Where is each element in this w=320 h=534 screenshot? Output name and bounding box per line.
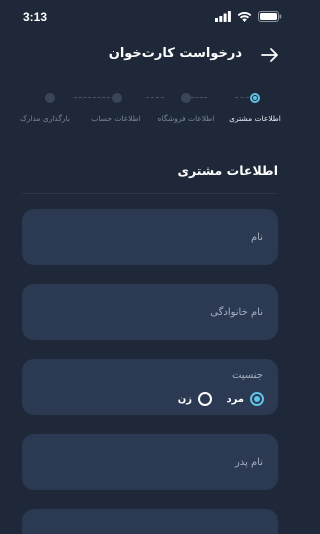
battery-icon — [258, 11, 282, 22]
gender-option-female-label: زن — [177, 393, 192, 405]
arrow-right-icon — [261, 48, 278, 62]
wifi-icon — [237, 11, 252, 22]
stepper: اطلاعات مشتری اطلاعات فروشگاه اطلاعات حس… — [0, 90, 300, 130]
header: درخواست کارت‌خوان — [0, 40, 300, 70]
last-name-field[interactable]: نام خانوادگی — [22, 284, 278, 340]
gender-option-male[interactable]: مرد — [226, 392, 264, 406]
step-indicator-documents[interactable] — [45, 93, 55, 103]
radio-checked-icon — [250, 392, 264, 406]
step-label-customer: اطلاعات مشتری — [229, 114, 281, 123]
last-name-placeholder: نام خانوادگی — [210, 307, 263, 318]
status-bar: 3:13 — [0, 0, 300, 34]
step-connector — [74, 97, 110, 98]
step-label-account: اطلاعات حساب — [91, 114, 141, 123]
section-title: اطلاعات مشتری — [177, 163, 279, 178]
step-connector — [191, 97, 207, 98]
father-name-field[interactable]: نام پدر — [22, 434, 278, 490]
step-indicator-store[interactable] — [181, 93, 191, 103]
radio-unchecked-icon — [198, 392, 212, 406]
gender-label: جنسیت — [232, 370, 263, 381]
gender-field: جنسیت مرد زن — [22, 359, 278, 415]
step-label-documents: بارگذاری مدارک — [20, 114, 70, 123]
step-indicator-customer[interactable] — [250, 93, 260, 103]
gender-option-female[interactable]: زن — [178, 392, 212, 406]
status-time: 3:13 — [23, 10, 48, 24]
first-name-field[interactable]: نام — [22, 209, 278, 265]
page-title: درخواست کارت‌خوان — [108, 46, 242, 61]
gender-option-male-label: مرد — [226, 393, 244, 405]
section-divider — [22, 193, 278, 194]
step-connector — [146, 97, 164, 98]
next-field-partial[interactable] — [22, 509, 278, 534]
step-indicator-account[interactable] — [112, 93, 122, 103]
step-connector — [235, 97, 249, 98]
status-icons — [215, 11, 282, 22]
back-button[interactable] — [260, 46, 280, 64]
first-name-placeholder: نام — [250, 232, 263, 243]
step-label-store: اطلاعات فروشگاه — [157, 114, 215, 123]
signal-icon — [215, 11, 231, 22]
father-name-placeholder: نام پدر — [234, 457, 263, 468]
